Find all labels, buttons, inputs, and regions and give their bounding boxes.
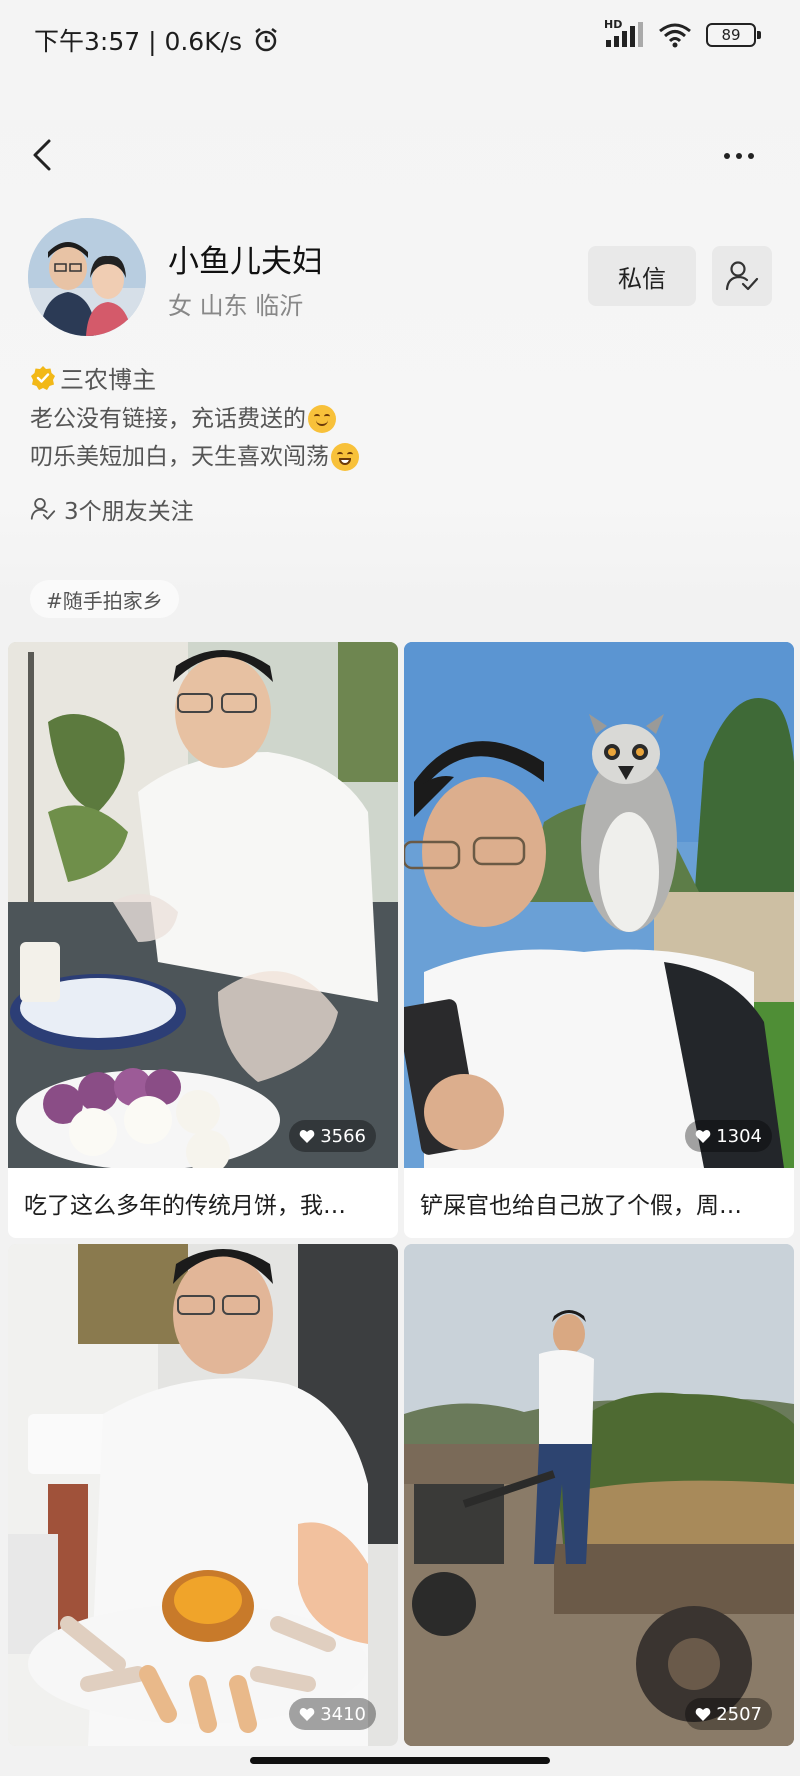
wifi-icon bbox=[659, 23, 691, 48]
bio-line: 老公没有链接，充话费送的 bbox=[30, 400, 359, 438]
like-count: 3410 bbox=[320, 1703, 366, 1725]
alarm-icon bbox=[255, 28, 277, 52]
friends-count: 3个朋友关注 bbox=[64, 499, 194, 525]
like-count-pill: 1304 bbox=[685, 1120, 772, 1152]
like-count-pill: 3566 bbox=[289, 1120, 376, 1152]
battery-level: 89 bbox=[721, 26, 741, 44]
friends-following[interactable]: 3个朋友关注 bbox=[30, 492, 194, 526]
smiling-face-emoji-icon bbox=[308, 405, 336, 433]
status-time: 下午3:57 | 0.6K/s bbox=[34, 27, 243, 56]
video-caption: 吃了这么多年的传统月饼，我… bbox=[24, 1193, 346, 1219]
like-count-pill: 2507 bbox=[685, 1698, 772, 1730]
video-thumbnail: 3410 bbox=[8, 1244, 398, 1746]
back-button[interactable] bbox=[22, 130, 62, 180]
video-thumbnail: 1304 bbox=[404, 642, 794, 1168]
battery-icon: 89 bbox=[706, 23, 761, 47]
user-check-icon bbox=[725, 261, 759, 291]
bio-text: 叨乐美短加白，天生喜欢闯荡 bbox=[30, 444, 329, 470]
avatar[interactable] bbox=[28, 218, 146, 336]
like-count: 1304 bbox=[716, 1125, 762, 1147]
video-thumbnail: 2507 bbox=[404, 1244, 794, 1746]
like-count-pill: 3410 bbox=[289, 1698, 376, 1730]
user-check-icon bbox=[30, 497, 56, 520]
profile-bio: 老公没有链接，充话费送的 叨乐美短加白，天生喜欢闯荡 bbox=[30, 400, 359, 476]
more-icon-dot bbox=[748, 153, 754, 159]
topic-tag[interactable]: #随手拍家乡 bbox=[30, 580, 179, 618]
signal-icon: HD bbox=[604, 18, 644, 48]
more-icon-dot bbox=[736, 153, 742, 159]
bio-text: 老公没有链接，充话费送的 bbox=[30, 406, 306, 432]
avatar-image bbox=[28, 218, 146, 336]
creator-badge: 三农博主 bbox=[30, 360, 156, 395]
home-indicator[interactable] bbox=[250, 1757, 550, 1764]
message-button[interactable]: 私信 bbox=[588, 246, 696, 306]
chevron-left-icon bbox=[33, 139, 51, 171]
status-bar: 下午3:57 | 0.6K/s HD 89 bbox=[0, 0, 800, 80]
grinning-face-emoji-icon bbox=[331, 443, 359, 471]
bio-line: 叨乐美短加白，天生喜欢闯荡 bbox=[30, 438, 359, 476]
heart-icon bbox=[299, 1129, 315, 1143]
more-options-button[interactable] bbox=[714, 136, 764, 176]
like-count: 2507 bbox=[716, 1703, 762, 1725]
like-count: 3566 bbox=[320, 1125, 366, 1147]
video-card[interactable]: 2507 bbox=[404, 1244, 794, 1746]
heart-icon bbox=[695, 1707, 711, 1721]
video-card[interactable]: 3410 bbox=[8, 1244, 398, 1746]
profile-location: 女 山东 临沂 bbox=[168, 292, 304, 320]
video-caption: 铲屎官也给自己放了个假，周… bbox=[420, 1193, 742, 1219]
profile-name: 小鱼儿夫妇 bbox=[168, 244, 323, 280]
verified-icon bbox=[31, 365, 55, 390]
badge-label: 三农博主 bbox=[60, 366, 156, 394]
follow-button[interactable] bbox=[712, 246, 772, 306]
heart-icon bbox=[299, 1707, 315, 1721]
status-right: HD 89 bbox=[604, 18, 761, 48]
video-card[interactable]: 3566 吃了这么多年的传统月饼，我… bbox=[8, 642, 398, 1238]
more-icon-dot bbox=[724, 153, 730, 159]
video-card[interactable]: 1304 铲屎官也给自己放了个假，周… bbox=[404, 642, 794, 1238]
status-left: 下午3:57 | 0.6K/s bbox=[34, 22, 280, 58]
heart-icon bbox=[695, 1129, 711, 1143]
video-thumbnail: 3566 bbox=[8, 642, 398, 1168]
